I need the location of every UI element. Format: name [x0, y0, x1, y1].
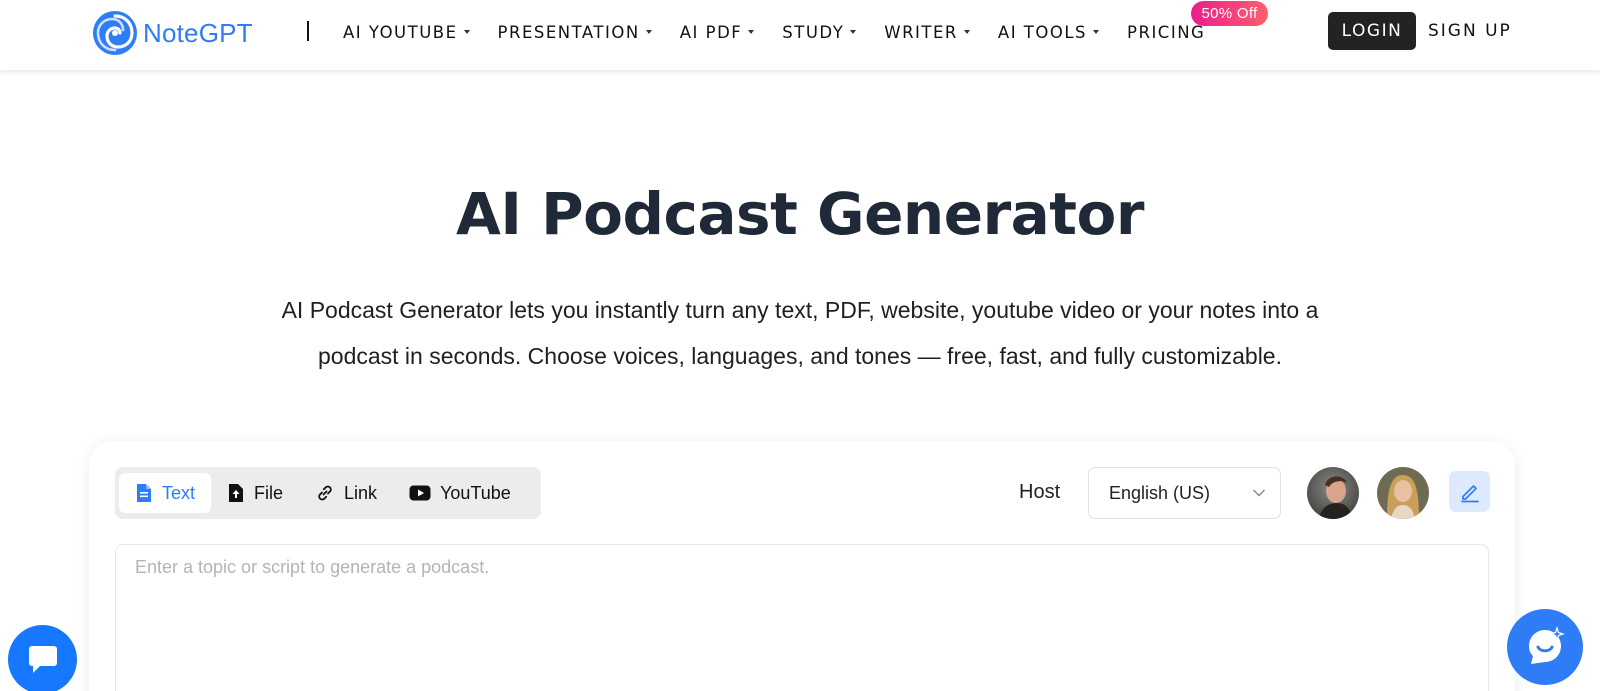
notegpt-logo-icon — [93, 11, 137, 55]
subtitle-line-2: podcast in seconds. Choose voices, langu… — [317, 343, 1282, 369]
chat-bubble-icon — [28, 645, 57, 673]
discount-badge: 50% Off — [1191, 1, 1268, 26]
top-navigation-bar: NoteGPT AI YOUTUBE PRESENTATION AI PDF S… — [0, 0, 1600, 70]
nav-ai-tools[interactable]: AI TOOLS — [997, 22, 1100, 42]
nav-presentation[interactable]: PRESENTATION — [498, 23, 652, 42]
nav-pricing-label: PRICING — [1127, 22, 1206, 42]
caret-down-icon — [463, 30, 470, 34]
nav-ai-youtube[interactable]: AI YOUTUBE — [343, 23, 470, 42]
tab-file[interactable]: File — [211, 473, 299, 513]
tab-link[interactable]: Link — [299, 473, 393, 513]
ai-assistant-button[interactable] — [1507, 609, 1583, 685]
caret-down-icon — [645, 30, 652, 34]
caret-down-icon — [963, 30, 970, 34]
nav-ai-tools-label: AI TOOLS — [997, 22, 1088, 42]
tab-text-label: Text — [162, 482, 196, 503]
tab-file-label: File — [254, 482, 284, 503]
upload-icon — [229, 484, 244, 502]
language-select[interactable]: English (US) — [1088, 467, 1281, 519]
nav-study-label: STUDY — [782, 22, 845, 42]
nav-pricing[interactable]: PRICING — [1127, 23, 1205, 42]
subtitle-line-1: AI Podcast Generator lets you instantly … — [281, 297, 1319, 323]
caret-down-icon — [850, 30, 857, 34]
tab-youtube[interactable]: YouTube — [393, 473, 527, 513]
caret-down-icon — [1093, 30, 1100, 34]
tab-youtube-label: YouTube — [440, 482, 511, 503]
nav-presentation-label: PRESENTATION — [497, 22, 640, 42]
nav-writer-label: WRITER — [884, 22, 958, 42]
chevron-down-icon — [1253, 489, 1265, 497]
signup-link[interactable]: SIGN UP — [1428, 12, 1512, 50]
pencil-icon — [1460, 484, 1479, 502]
document-icon — [137, 484, 151, 502]
host-label: Host — [1019, 481, 1061, 503]
input-source-tabs: Text File Link YouTube — [115, 467, 541, 519]
edit-hosts-button[interactable] — [1449, 471, 1490, 512]
youtube-icon — [409, 485, 431, 501]
page-subtitle: AI Podcast Generator lets you instantly … — [220, 287, 1380, 379]
tab-text[interactable]: Text — [119, 473, 212, 513]
nav-study[interactable]: STUDY — [782, 22, 857, 42]
nav-ai-youtube-label: AI YOUTUBE — [343, 22, 458, 42]
host-avatar-male[interactable] — [1307, 467, 1359, 519]
logo[interactable]: NoteGPT — [92, 10, 253, 56]
nav-writer[interactable]: WRITER — [884, 23, 970, 42]
language-select-value: English (US) — [1109, 482, 1211, 503]
nav-ai-pdf-label: AI PDF — [679, 22, 743, 42]
page-title: AI Podcast Generator — [456, 180, 1144, 248]
podcast-generator-card: Text File Link YouTube Host English (US)… — [89, 441, 1515, 691]
host-avatar-female[interactable] — [1377, 467, 1429, 519]
link-icon — [318, 485, 332, 501]
ai-smile-chat-icon — [1529, 626, 1565, 664]
login-button[interactable]: LOGIN — [1328, 12, 1416, 50]
logo-text: NoteGPT — [143, 17, 253, 48]
main-nav: AI YOUTUBE PRESENTATION AI PDF STUDY WRI… — [343, 0, 1233, 64]
caret-down-icon — [748, 30, 755, 34]
header-divider — [307, 21, 309, 41]
male-host-avatar-icon — [1307, 467, 1359, 519]
support-chat-button[interactable] — [8, 625, 77, 691]
nav-ai-pdf[interactable]: AI PDF — [680, 23, 755, 42]
tab-link-label: Link — [344, 482, 378, 503]
female-host-avatar-icon — [1377, 467, 1429, 519]
topic-script-input[interactable] — [115, 544, 1489, 691]
